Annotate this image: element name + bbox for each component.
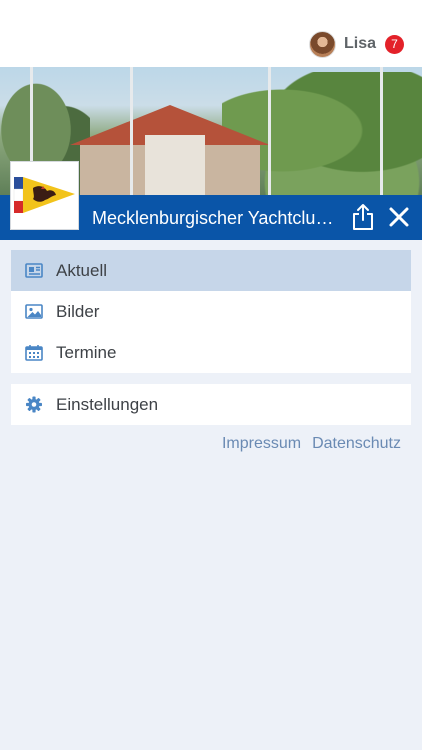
image-icon bbox=[25, 304, 43, 319]
share-icon bbox=[353, 204, 373, 230]
menu-item-label: Einstellungen bbox=[56, 395, 159, 414]
newspaper-icon bbox=[25, 263, 43, 278]
datenschutz-link[interactable]: Datenschutz bbox=[312, 435, 401, 453]
menu-item-einstellungen[interactable]: Einstellungen bbox=[11, 384, 411, 425]
hero-mast bbox=[380, 67, 383, 195]
hero-clubhouse bbox=[70, 97, 270, 195]
club-title: Mecklenburgischer Yachtclub... bbox=[92, 208, 340, 228]
menu-item-label: Termine bbox=[56, 343, 117, 362]
settings-menu: Einstellungen bbox=[11, 384, 411, 425]
close-icon bbox=[389, 207, 409, 227]
calendar-icon bbox=[25, 345, 43, 361]
notification-badge[interactable]: 7 bbox=[385, 34, 404, 54]
top-bar: Lisa 7 bbox=[0, 0, 422, 67]
menu-item-label: Aktuell bbox=[56, 261, 108, 280]
menu-item-aktuell[interactable]: Aktuell bbox=[11, 250, 411, 291]
share-button[interactable] bbox=[350, 203, 376, 231]
club-burgee-logo bbox=[13, 177, 75, 213]
hero-mast bbox=[130, 67, 133, 195]
avatar[interactable] bbox=[308, 30, 336, 58]
menu-item-label: Bilder bbox=[56, 302, 100, 321]
menu-item-bilder[interactable]: Bilder bbox=[11, 291, 411, 332]
hero-mast bbox=[268, 67, 271, 195]
user-menu[interactable]: Lisa 7 bbox=[308, 30, 404, 58]
impressum-link[interactable]: Impressum bbox=[222, 435, 301, 453]
footer-links: Impressum Datenschutz bbox=[222, 435, 401, 453]
main-menu: Aktuell Bilder Termine bbox=[11, 250, 411, 373]
close-button[interactable] bbox=[387, 205, 411, 229]
menu-item-termine[interactable]: Termine bbox=[11, 332, 411, 373]
gear-icon bbox=[26, 396, 42, 413]
club-logo bbox=[10, 161, 79, 230]
user-name[interactable]: Lisa bbox=[344, 35, 376, 53]
